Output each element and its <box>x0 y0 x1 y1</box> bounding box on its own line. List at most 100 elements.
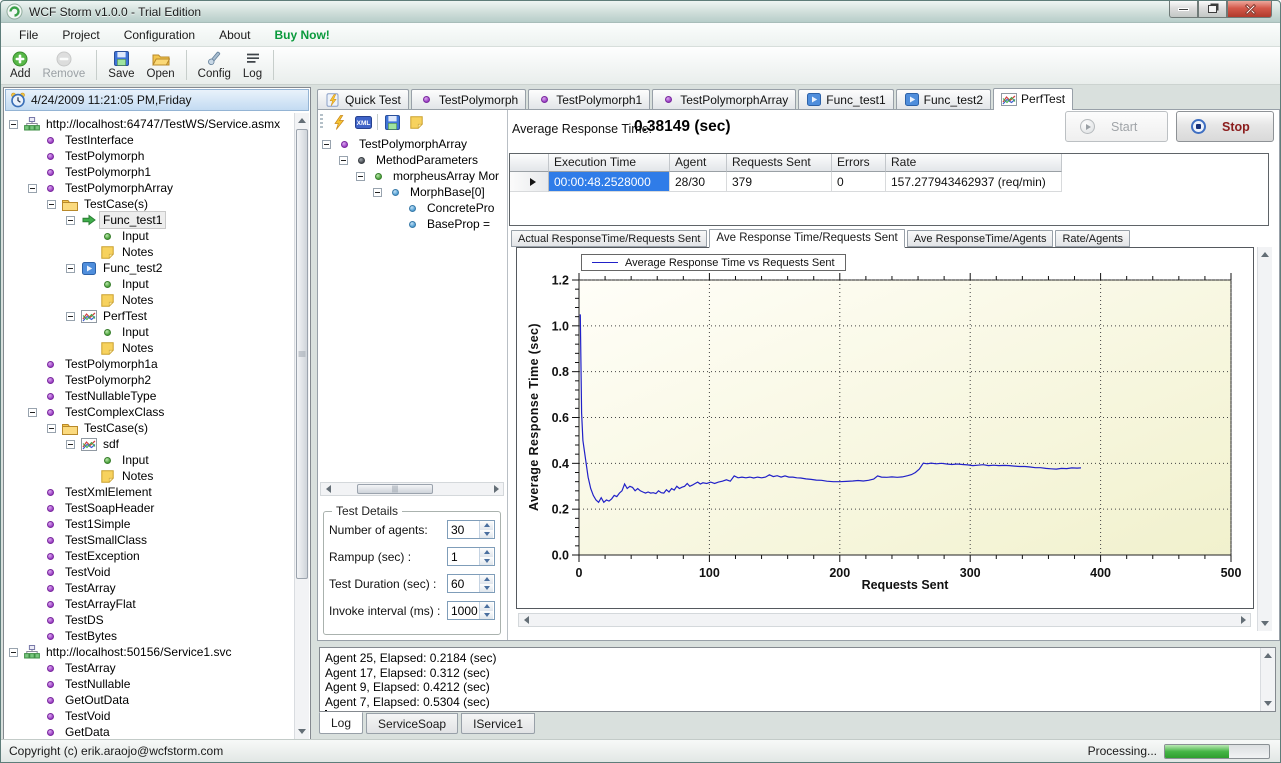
remove-button[interactable]: Remove <box>36 49 91 81</box>
tree-item-getdata[interactable]: GetData <box>5 724 293 739</box>
scroll-down-button[interactable] <box>1258 616 1272 631</box>
spin-down-button[interactable] <box>480 530 493 539</box>
log-output[interactable]: Agent 25, Elapsed: 0.2184 (sec)Agent 17,… <box>319 647 1276 712</box>
start-button[interactable]: Start <box>1065 111 1168 142</box>
menu-item-file[interactable]: File <box>7 25 50 45</box>
collapse-expander-icon[interactable] <box>339 156 348 165</box>
close-button[interactable] <box>1227 1 1272 18</box>
tree-item-testcase-s[interactable]: TestCase(s) <box>5 420 293 436</box>
tree-item-morpheusarray-mor[interactable]: morpheusArray Mor <box>320 168 505 184</box>
tree-item-testsoapheader[interactable]: TestSoapHeader <box>5 500 293 516</box>
scroll-up-button[interactable] <box>295 113 309 128</box>
log-tab-log[interactable]: Log <box>319 712 363 734</box>
log-tab-servicesoap[interactable]: ServiceSoap <box>366 713 458 734</box>
tree-item-input[interactable]: Input <box>5 276 293 292</box>
tree-item-testpolymorph2[interactable]: TestPolymorph2 <box>5 372 293 388</box>
tree-item-testds[interactable]: TestDS <box>5 612 293 628</box>
lightning-button[interactable] <box>329 113 349 132</box>
log-vscrollbar[interactable] <box>1260 648 1275 711</box>
minimize-button[interactable] <box>1169 1 1198 18</box>
scroll-left-button[interactable] <box>321 483 335 495</box>
tree-item-baseprop[interactable]: BaseProp = <box>320 216 505 232</box>
tree-item-notes[interactable]: Notes <box>5 468 293 484</box>
subtab-ave-responsetime-agents[interactable]: Ave ResponseTime/Agents <box>907 230 1054 247</box>
subtab-rate-agents[interactable]: Rate/Agents <box>1055 230 1130 247</box>
scroll-right-button[interactable] <box>1236 614 1250 626</box>
log-tab-iservice1[interactable]: IService1 <box>461 713 535 734</box>
column-header-errors[interactable]: Errors <box>832 154 886 172</box>
tree-item-sdf[interactable]: sdf <box>5 436 293 452</box>
save-button[interactable]: Save <box>102 49 140 81</box>
column-header-requests-sent[interactable]: Requests Sent <box>727 154 832 172</box>
collapse-expander-icon[interactable] <box>322 140 331 149</box>
tab-testpolymorpharray[interactable]: TestPolymorphArray <box>652 89 796 109</box>
cell-agent[interactable]: 28/30 <box>670 172 727 192</box>
tree-item-testvoid[interactable]: TestVoid <box>5 564 293 580</box>
tab-testpolymorph1[interactable]: TestPolymorph1 <box>528 89 650 109</box>
tree-item-testexception[interactable]: TestException <box>5 548 293 564</box>
tab-func-test2[interactable]: Func_test2 <box>896 89 991 109</box>
tree-item-testvoid[interactable]: TestVoid <box>5 708 293 724</box>
tree-item-testcomplexclass[interactable]: TestComplexClass <box>5 404 293 420</box>
tree-item-testcase-s[interactable]: TestCase(s) <box>5 196 293 212</box>
scrollbar-thumb[interactable] <box>296 129 308 579</box>
collapse-expander-icon[interactable] <box>47 200 56 209</box>
tree-item-testarray[interactable]: TestArray <box>5 660 293 676</box>
tree-item-input[interactable]: Input <box>5 324 293 340</box>
scroll-down-button[interactable] <box>295 724 309 739</box>
column-header-execution-time[interactable]: Execution Time <box>549 154 670 172</box>
test-duration-sec-input[interactable] <box>448 575 479 592</box>
tree-item-test1simple[interactable]: Test1Simple <box>5 516 293 532</box>
chart-hscrollbar[interactable] <box>518 613 1251 627</box>
column-header-rate[interactable]: Rate <box>886 154 1062 172</box>
spin-up-button[interactable] <box>480 602 493 611</box>
spin-down-button[interactable] <box>480 611 493 620</box>
scroll-up-button[interactable] <box>1258 247 1272 262</box>
rampup-sec-input[interactable] <box>448 548 479 565</box>
collapse-expander-icon[interactable] <box>356 172 365 181</box>
tab-perftest[interactable]: PerfTest <box>993 88 1073 110</box>
grid-data-row[interactable]: 00:00:48.252800028/303790157.27794346293… <box>510 172 1268 192</box>
tree-item-testnullabletype[interactable]: TestNullableType <box>5 388 293 404</box>
spin-down-button[interactable] <box>480 557 493 566</box>
tree-item-methodparameters[interactable]: MethodParameters <box>320 152 505 168</box>
tree-item-testarray[interactable]: TestArray <box>5 580 293 596</box>
scrollbar-thumb[interactable] <box>357 484 433 494</box>
menu-item-about[interactable]: About <box>207 25 262 45</box>
collapse-expander-icon[interactable] <box>66 216 75 225</box>
config-button[interactable]: Config <box>192 49 237 81</box>
tree-item-testbytes[interactable]: TestBytes <box>5 628 293 644</box>
scroll-down-button[interactable] <box>1261 696 1275 711</box>
collapse-expander-icon[interactable] <box>66 440 75 449</box>
tree-item-input[interactable]: Input <box>5 228 293 244</box>
tree-item-http-localhost-64747-testws-service-asmx[interactable]: http://localhost:64747/TestWS/Service.as… <box>5 116 293 132</box>
menu-item-project[interactable]: Project <box>50 25 111 45</box>
xml-button[interactable]: XML <box>353 113 373 132</box>
spin-up-button[interactable] <box>480 548 493 557</box>
cell-rate[interactable]: 157.277943462937 (req/min) <box>886 172 1062 192</box>
collapse-expander-icon[interactable] <box>28 184 37 193</box>
tree-item-concretepro[interactable]: ConcretePro <box>320 200 505 216</box>
invoke-interval-ms-input[interactable] <box>448 602 479 619</box>
cell-errors[interactable]: 0 <box>832 172 886 192</box>
tab-testpolymorph[interactable]: TestPolymorph <box>411 89 526 109</box>
collapse-expander-icon[interactable] <box>66 264 75 273</box>
subtab-actual-responsetime-requests-sent[interactable]: Actual ResponseTime/Requests Sent <box>511 230 707 247</box>
scroll-right-button[interactable] <box>489 483 503 495</box>
collapse-expander-icon[interactable] <box>373 188 382 197</box>
collapse-expander-icon[interactable] <box>9 648 18 657</box>
column-header-agent[interactable]: Agent <box>670 154 727 172</box>
tab-quick-test[interactable]: Quick Test <box>317 89 409 109</box>
tree-item-getoutdata[interactable]: GetOutData <box>5 692 293 708</box>
tree-item-testarrayflat[interactable]: TestArrayFlat <box>5 596 293 612</box>
tree-item-input[interactable]: Input <box>5 452 293 468</box>
tree-item-morphbase-0[interactable]: MorphBase[0] <box>320 184 505 200</box>
cell-execution-time[interactable]: 00:00:48.2528000 <box>549 172 670 192</box>
tree-item-testpolymorph1[interactable]: TestPolymorph1 <box>5 164 293 180</box>
tree-item-notes[interactable]: Notes <box>5 244 293 260</box>
scroll-left-button[interactable] <box>519 614 533 626</box>
collapse-expander-icon[interactable] <box>66 312 75 321</box>
log-button[interactable]: Log <box>237 49 268 81</box>
cell-requests-sent[interactable]: 379 <box>727 172 832 192</box>
tree-item-testpolymorpharray[interactable]: TestPolymorphArray <box>320 136 505 152</box>
